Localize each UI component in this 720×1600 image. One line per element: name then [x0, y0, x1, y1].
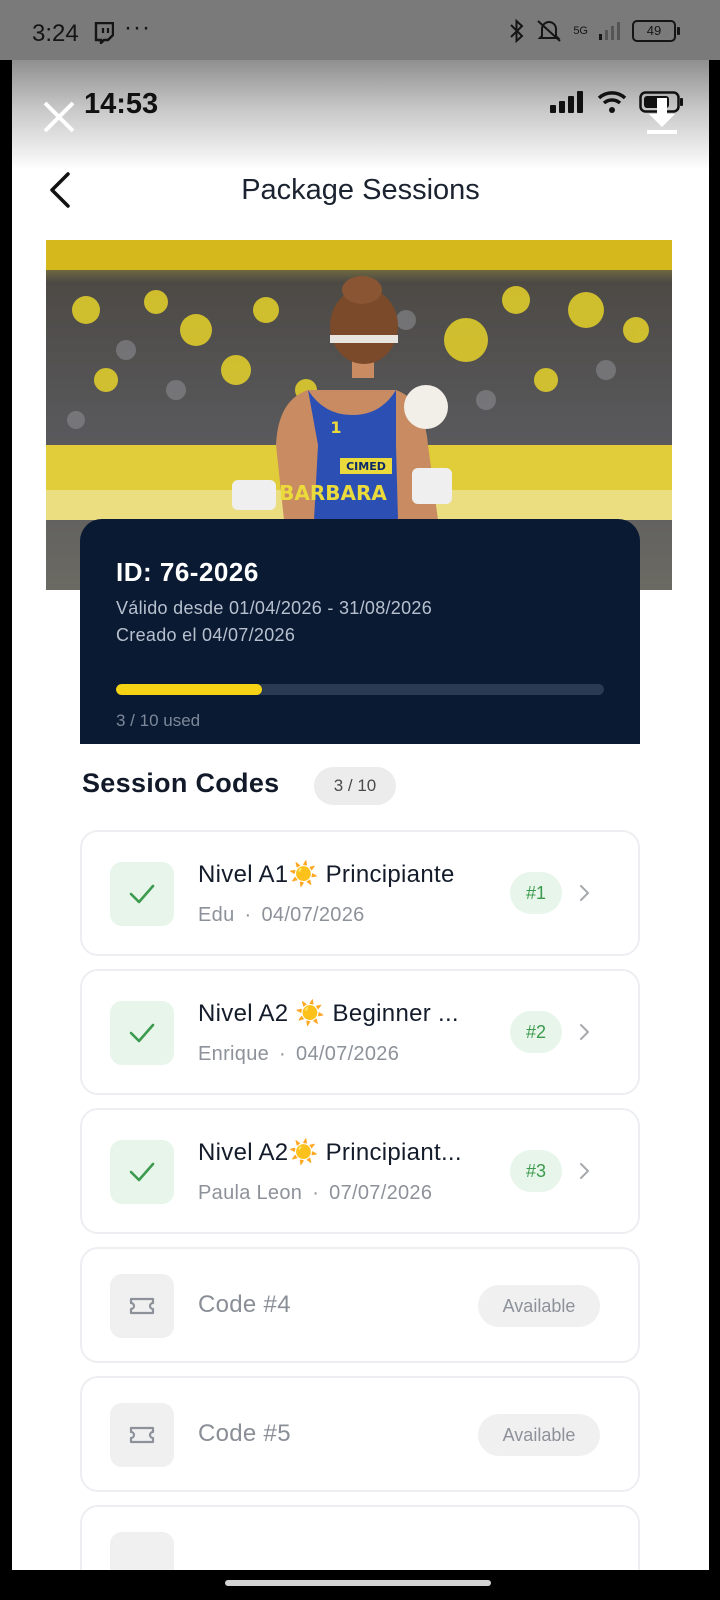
- bluetooth-icon: [510, 18, 524, 44]
- code-date: 04/07/2026: [296, 1043, 400, 1065]
- code-meta: Edu · 04/07/2026: [198, 904, 365, 927]
- codes-count-badge: 3 / 10: [314, 767, 396, 805]
- code-meta: Paula Leon · 07/07/2026: [198, 1182, 432, 1205]
- chevron-right-icon: [580, 1163, 589, 1179]
- checkmark-icon: [129, 1023, 155, 1043]
- jersey-number: 1: [330, 418, 341, 437]
- ticket-icon-box: [110, 1403, 174, 1467]
- chevron-right-icon: [580, 1024, 589, 1040]
- home-gesture-bar[interactable]: [225, 1580, 491, 1586]
- used-status-icon-box: [110, 862, 174, 926]
- code-label: Code #4: [198, 1291, 291, 1318]
- wifi-icon: [597, 91, 627, 113]
- used-status-icon-box: [110, 1001, 174, 1065]
- network-type: 5G: [573, 25, 588, 37]
- section-title: Session Codes: [82, 768, 280, 798]
- inner-time: 14:53: [84, 88, 159, 120]
- usage-text: 3 / 10 used: [116, 711, 201, 730]
- ticket-icon: [129, 1426, 155, 1444]
- battery-icon: 49: [632, 20, 680, 42]
- ticket-icon-box: [110, 1532, 174, 1570]
- code-number-badge: #3: [510, 1150, 562, 1192]
- usage-progress-fill: [116, 684, 263, 695]
- ticket-icon: [129, 1297, 155, 1315]
- code-date: 07/07/2026: [329, 1182, 433, 1204]
- signal-icon: [550, 91, 583, 113]
- code-number-badge: #1: [510, 872, 562, 914]
- code-user: Paula Leon: [198, 1182, 303, 1204]
- jersey-name: BARBARA: [279, 481, 387, 505]
- created-date: Creado el 04/07/2026: [116, 625, 296, 645]
- muted-bell-icon: [537, 20, 561, 42]
- session-code-card[interactable]: Nivel A2 ☀️ Beginner ... Enrique · 04/07/2…: [80, 969, 640, 1095]
- checkmark-icon: [129, 884, 155, 904]
- code-user: Enrique: [198, 1043, 270, 1065]
- inner-status-bar: 14:53: [12, 60, 709, 170]
- app-screen: 14:53 Package Sessions CIMED 1 BARBARA I…: [12, 60, 709, 1570]
- available-code-card[interactable]: Code #4 Available: [80, 1247, 640, 1363]
- chevron-right-icon: [580, 885, 589, 901]
- validity-period: Válido desde 01/04/2026 - 31/08/2026: [116, 598, 433, 618]
- separator-dot: ·: [312, 1182, 320, 1204]
- jersey-sponsor: CIMED: [346, 460, 386, 473]
- code-meta: Enrique · 04/07/2026: [198, 1043, 399, 1066]
- package-id: ID: 76-2026: [116, 557, 259, 587]
- ticket-icon-box: [110, 1274, 174, 1338]
- separator-dot: ·: [244, 904, 252, 926]
- available-code-card[interactable]: Code #5 Available: [80, 1376, 640, 1492]
- code-user: Edu: [198, 904, 235, 926]
- available-status-badge: Available: [478, 1285, 600, 1327]
- checkmark-icon: [129, 1162, 155, 1182]
- more-notifications-icon: ···: [124, 14, 151, 41]
- usage-progress-bar: [116, 684, 604, 695]
- code-number-badge: #2: [510, 1011, 562, 1053]
- session-code-card[interactable]: Nivel A2☀️ Principiant... Paula Leon · 07/…: [80, 1108, 640, 1234]
- download-icon[interactable]: [645, 96, 679, 136]
- close-icon[interactable]: [42, 100, 76, 134]
- package-info-card: ID: 76-2026 Válido desde 01/04/2026 - 31…: [80, 519, 640, 744]
- available-code-card-partial[interactable]: [80, 1505, 640, 1570]
- code-title: Nivel A2 ☀️ Beginner ...: [198, 1000, 459, 1027]
- code-title: Nivel A2☀️ Principiant...: [198, 1139, 462, 1166]
- twitch-icon: [94, 22, 114, 44]
- system-navigation-bar: [0, 1570, 720, 1600]
- code-label: Code #5: [198, 1420, 291, 1447]
- system-time: 3:24: [32, 20, 79, 47]
- page-header: Package Sessions: [12, 170, 709, 230]
- session-code-card[interactable]: Nivel A1☀️ Principiante Edu · 04/07/2026 #…: [80, 830, 640, 956]
- code-date: 04/07/2026: [261, 904, 365, 926]
- cellular-signal-icon: [599, 22, 620, 40]
- system-status-bar: 3:24 ··· 5G 49: [0, 0, 720, 60]
- used-status-icon-box: [110, 1140, 174, 1204]
- separator-dot: ·: [279, 1043, 287, 1065]
- available-status-badge: Available: [478, 1414, 600, 1456]
- code-title: Nivel A1☀️ Principiante: [198, 861, 455, 888]
- page-title: Package Sessions: [241, 174, 480, 206]
